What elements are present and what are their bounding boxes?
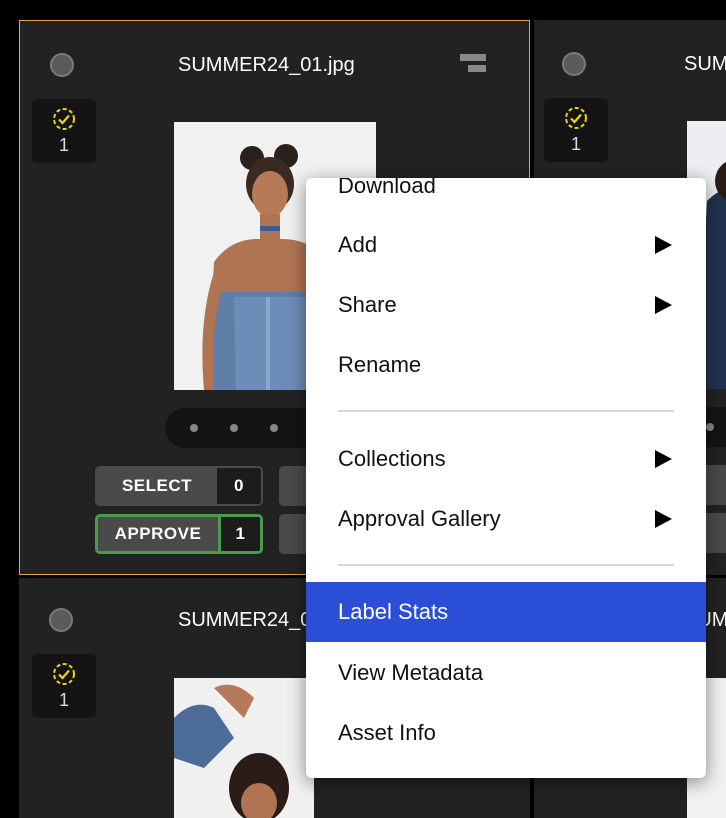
menu-item-label: Add — [338, 232, 378, 257]
menu-item-asset-info[interactable]: Asset Info — [306, 703, 706, 763]
stack-icon[interactable] — [460, 54, 488, 76]
asset-filename: SUMMER24_02.jpg — [684, 53, 726, 75]
menu-item-label: Asset Info — [338, 720, 436, 745]
label-count: 1 — [58, 690, 69, 710]
select-radio[interactable] — [50, 53, 74, 77]
approve-label: APPROVE — [98, 517, 221, 551]
menu-item-label: Approval Gallery — [338, 506, 501, 531]
label-badge: 1 — [32, 99, 96, 163]
menu-item-download[interactable]: Download — [306, 178, 706, 216]
carousel-dot[interactable] — [270, 424, 278, 432]
menu-item-add[interactable]: Add — [306, 215, 706, 275]
label-badge: 1 — [544, 98, 608, 162]
label-check-icon — [53, 663, 75, 685]
context-menu: Download Add Share Rename Collections Ap… — [306, 178, 706, 778]
menu-item-rename[interactable]: Rename — [306, 335, 706, 395]
menu-item-approval-gallery[interactable]: Approval Gallery — [306, 489, 706, 549]
menu-item-label-stats[interactable]: Label Stats — [306, 582, 706, 642]
menu-item-label: Label Stats — [338, 599, 449, 624]
menu-separator — [338, 564, 674, 566]
carousel-dot[interactable] — [230, 424, 238, 432]
approve-button[interactable]: APPROVE 1 — [95, 514, 263, 554]
menu-item-label: View Metadata — [338, 660, 484, 685]
menu-item-label: Rename — [338, 352, 422, 377]
select-button[interactable]: SELECT 0 — [95, 466, 263, 506]
approve-count: 1 — [221, 517, 260, 551]
menu-separator — [338, 410, 674, 412]
select-count: 0 — [217, 468, 261, 504]
submenu-arrow-icon — [655, 450, 672, 468]
submenu-arrow-icon — [655, 236, 672, 254]
menu-item-view-metadata[interactable]: View Metadata — [306, 643, 706, 703]
asset-thumbnail[interactable] — [174, 678, 314, 818]
asset-filename: SUMMER24_01.jpg — [178, 54, 355, 76]
select-radio[interactable] — [49, 608, 73, 632]
menu-item-label: Download — [338, 178, 436, 198]
menu-item-label: Collections — [338, 446, 446, 471]
label-count: 1 — [570, 134, 581, 154]
select-label: SELECT — [97, 468, 217, 504]
label-badge: 1 — [32, 654, 96, 718]
menu-item-label: Share — [338, 292, 397, 317]
menu-item-collections[interactable]: Collections — [306, 429, 706, 489]
submenu-arrow-icon — [655, 510, 672, 528]
label-check-icon — [565, 107, 587, 129]
carousel-dot[interactable] — [706, 423, 714, 431]
submenu-arrow-icon — [655, 296, 672, 314]
menu-item-share[interactable]: Share — [306, 275, 706, 335]
label-count: 1 — [58, 135, 69, 155]
label-check-icon — [53, 108, 75, 130]
select-radio[interactable] — [562, 52, 586, 76]
carousel-dot[interactable] — [190, 424, 198, 432]
